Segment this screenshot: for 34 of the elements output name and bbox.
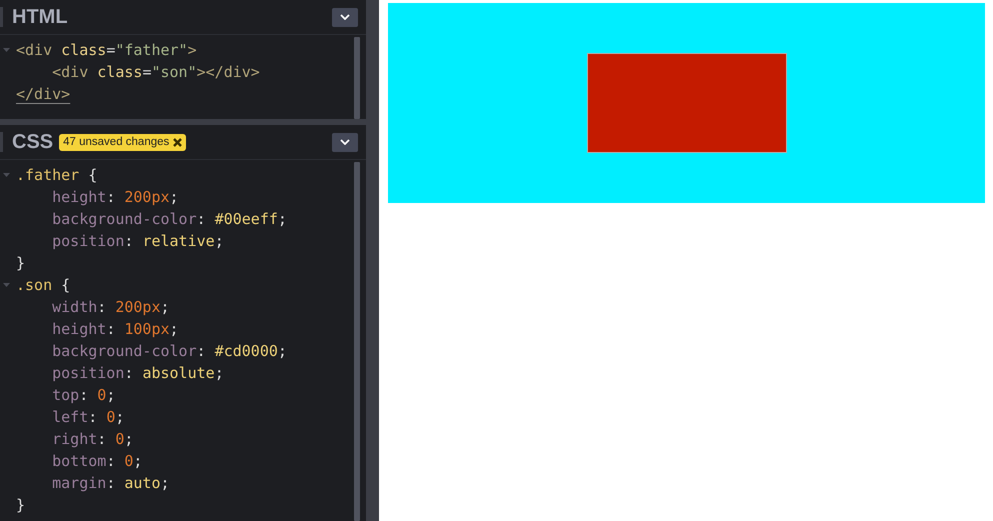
code-line: margin: auto; <box>51 473 170 493</box>
code-line: } <box>16 253 26 273</box>
fold-arrow-icon[interactable] <box>3 48 10 52</box>
code-line: width: 200px; <box>51 297 170 317</box>
code-line: position: relative; <box>51 231 224 251</box>
code-line: .father { <box>16 165 98 185</box>
chevron-down-icon <box>340 139 350 145</box>
collapse-button[interactable] <box>332 132 358 152</box>
code-line: height: 200px; <box>51 187 179 207</box>
pane-title: CSS <box>12 130 54 154</box>
fold-arrow-icon[interactable] <box>3 283 10 287</box>
collapse-button[interactable] <box>332 8 358 26</box>
close-icon[interactable] <box>173 138 182 146</box>
splitter-handle[interactable] <box>366 0 379 521</box>
code-line: left: 0; <box>51 407 124 427</box>
code-line: height: 100px; <box>51 319 179 339</box>
code-line: bottom: 0; <box>51 451 142 471</box>
code-line: background-color: #cd0000; <box>51 341 287 361</box>
code-line: <div class="son"></div> <box>51 62 260 82</box>
scrollbar[interactable] <box>354 37 360 119</box>
pane-title: HTML <box>12 6 68 28</box>
code-line: } <box>16 495 26 515</box>
code-line: position: absolute; <box>51 363 224 383</box>
code-line: <div class="father"> <box>16 40 197 60</box>
fold-arrow-icon[interactable] <box>3 173 10 177</box>
code-line: background-color: #00eeff; <box>51 209 287 229</box>
code-line: .son { <box>16 275 70 295</box>
code-line: </div> <box>16 84 70 104</box>
pane-resize-handle[interactable] <box>0 119 366 125</box>
scrollbar[interactable] <box>354 162 360 521</box>
unsaved-changes-badge[interactable]: 47 unsaved changes <box>59 134 186 150</box>
code-line: right: 0; <box>51 429 134 449</box>
code-line: top: 0; <box>51 385 116 405</box>
chevron-down-icon <box>340 14 350 20</box>
